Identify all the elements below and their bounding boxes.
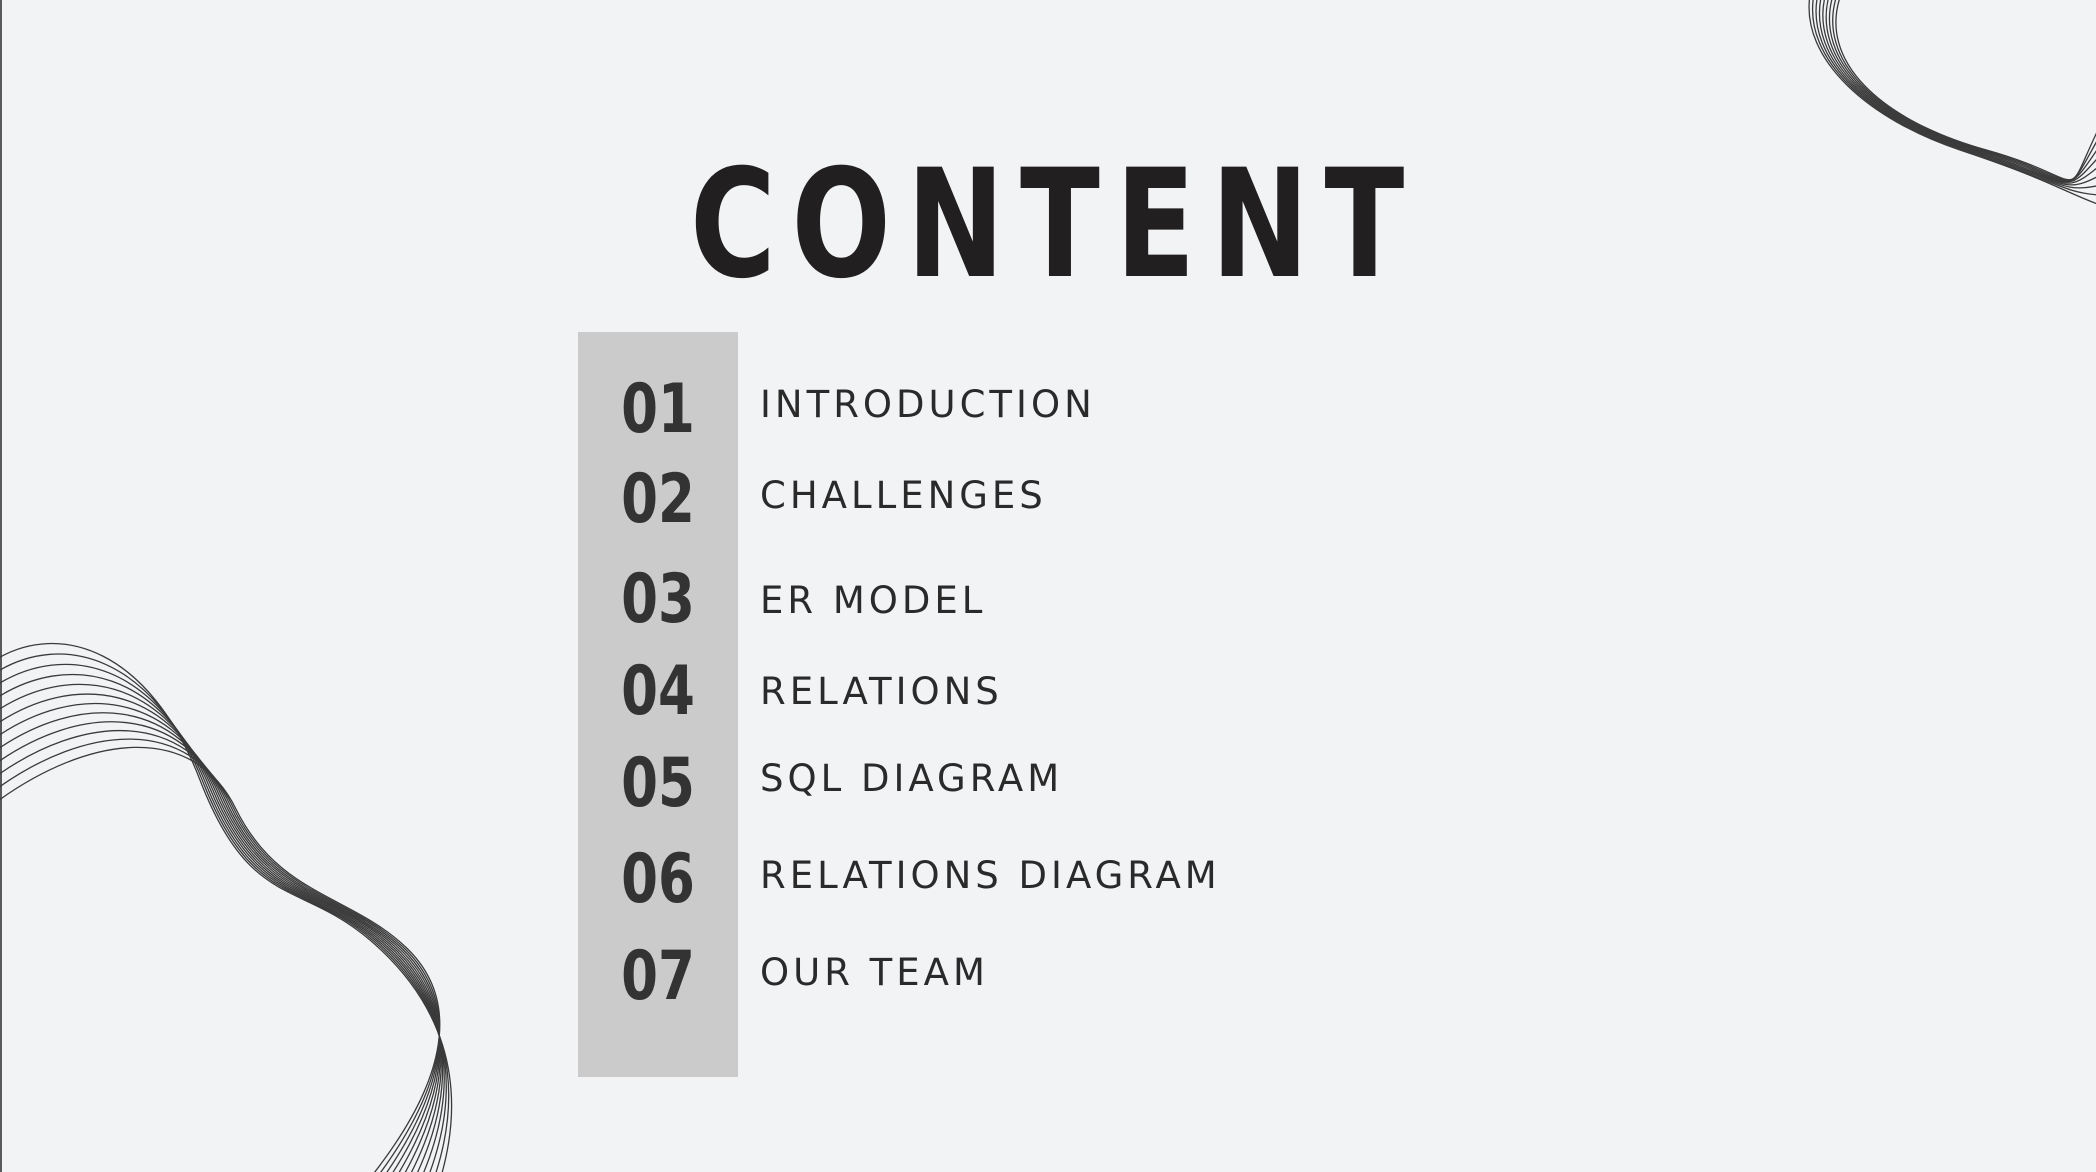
left-edge-line xyxy=(0,0,2,1172)
toc-number-7: 07 xyxy=(621,937,695,1016)
wavy-line xyxy=(1815,0,2096,189)
toc-item-sql-diagram: SQL DIAGRAM xyxy=(760,757,1064,800)
wavy-line xyxy=(0,693,442,1172)
toc-item-introduction: INTRODUCTION xyxy=(760,383,1096,426)
toc-number-3: 03 xyxy=(621,560,695,639)
wavy-line xyxy=(0,673,445,1172)
toc-item-er-model: ER MODEL xyxy=(760,579,987,622)
wavy-line xyxy=(0,738,440,1172)
wavy-line xyxy=(0,730,440,1172)
toc-number-1: 01 xyxy=(621,370,695,449)
wavy-line xyxy=(0,653,450,1172)
wavy-line xyxy=(0,712,441,1172)
wavy-line xyxy=(1808,0,2096,205)
wavy-lines-bottom-left xyxy=(0,642,453,1172)
toc-item-relations: RELATIONS xyxy=(760,670,1003,713)
wavy-lines-top-right xyxy=(1808,0,2096,205)
toc-number-2: 02 xyxy=(621,460,695,539)
wavy-line xyxy=(1822,0,2096,184)
wavy-line xyxy=(0,721,440,1172)
wavy-line xyxy=(1818,0,2096,186)
slide: CONTENT 01 INTRODUCTION 02 CHALLENGES 03… xyxy=(0,0,2096,1172)
wavy-line xyxy=(0,702,441,1172)
wavy-line xyxy=(1825,0,2096,183)
slide-title: CONTENT xyxy=(690,138,1420,312)
toc-number-4: 04 xyxy=(621,652,695,731)
toc-number-5: 05 xyxy=(621,744,695,823)
wavy-line xyxy=(1835,0,2096,181)
wavy-line xyxy=(0,663,447,1172)
wavy-line xyxy=(0,746,441,1172)
toc-item-challenges: CHALLENGES xyxy=(760,474,1047,517)
wavy-line xyxy=(0,683,444,1172)
wavy-line xyxy=(1832,0,2096,181)
wavy-line xyxy=(0,642,453,1172)
toc-item-our-team: OUR TEAM xyxy=(760,951,989,994)
toc-number-6: 06 xyxy=(621,840,695,919)
toc-item-relations-diagram: RELATIONS DIAGRAM xyxy=(760,854,1221,897)
wavy-line xyxy=(1811,0,2096,196)
wavy-line xyxy=(1828,0,2096,182)
